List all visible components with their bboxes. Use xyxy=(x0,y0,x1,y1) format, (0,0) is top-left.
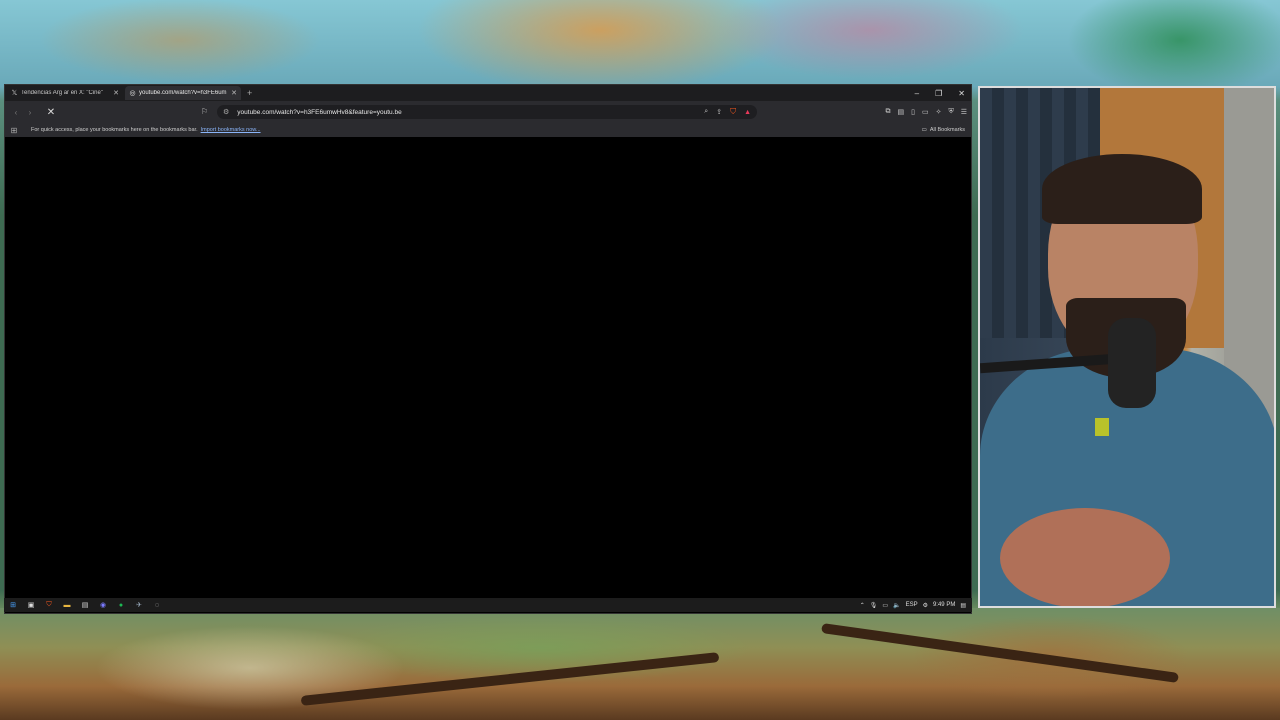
tab-x-trends[interactable]: 𝕏 Tendencias Arg ar en X: "Cine" ✕ xyxy=(7,86,123,100)
extensions-icon[interactable]: ⧉ xyxy=(885,108,890,116)
language-indicator[interactable]: ESP xyxy=(906,602,918,608)
zoom-icon[interactable]: ⌕ xyxy=(704,108,708,116)
brave-browser-icon[interactable]: ⛉ xyxy=(40,601,58,609)
tab-title: Tendencias Arg ar en X: "Cine" xyxy=(21,90,103,96)
new-tab-button[interactable]: + xyxy=(247,88,252,98)
notepad-icon[interactable]: ▤ xyxy=(76,601,94,609)
globe-icon: ◎ xyxy=(129,89,136,97)
menu-icon[interactable]: ☰ xyxy=(961,108,967,116)
tab-close-icon[interactable]: ✕ xyxy=(231,89,237,97)
all-bookmarks-label: All Bookmarks xyxy=(929,127,965,133)
stop-loading-icon[interactable]: ✕ xyxy=(43,107,59,118)
wallpaper-lower-art xyxy=(0,608,1280,720)
folder-icon: ▭ xyxy=(921,127,927,133)
apps-grid-icon[interactable]: ⊞ xyxy=(5,126,23,135)
import-bookmarks-link[interactable]: Import bookmarks now... xyxy=(201,127,261,133)
x-logo-icon: 𝕏 xyxy=(11,89,18,97)
person-hair xyxy=(1042,154,1202,224)
microphone-icon[interactable]: 🎙 xyxy=(870,602,878,609)
tab-strip: 𝕏 Tendencias Arg ar en X: "Cine" ✕ ◎ you… xyxy=(5,85,971,101)
spotify-icon[interactable]: ● xyxy=(112,602,130,609)
clock[interactable]: 9:49 PM xyxy=(933,602,955,608)
page-content-loading[interactable] xyxy=(5,137,971,599)
wallpaper-branch xyxy=(821,622,1179,684)
system-tray: ⌃ 🎙 ▭ 🔈 ESP ⚙ 9:49 PM ▤ xyxy=(860,602,966,609)
window-controls: – ❐ ✕ xyxy=(915,85,965,101)
site-info-icon[interactable]: ⚙ xyxy=(223,108,229,116)
microphone xyxy=(1108,318,1156,408)
settings-icon[interactable]: ⚙ xyxy=(923,602,928,609)
file-explorer-icon[interactable]: ▬ xyxy=(58,602,76,609)
task-view-icon[interactable]: ▣ xyxy=(22,601,40,609)
tab-close-icon[interactable]: ✕ xyxy=(113,89,119,97)
tab-title: youtube.com/watch?v=h3FE6um xyxy=(139,90,227,96)
minimize-button[interactable]: – xyxy=(915,89,919,98)
webcam-feed xyxy=(978,86,1276,608)
start-icon[interactable]: ⊞ xyxy=(4,601,22,609)
volume-icon[interactable]: 🔈 xyxy=(893,602,900,609)
sidebar-icon[interactable]: ▯ xyxy=(911,108,915,116)
all-bookmarks-button[interactable]: ▭ All Bookmarks xyxy=(922,127,965,133)
leo-icon[interactable]: ✧ xyxy=(936,108,942,116)
wallet-icon[interactable]: ▭ xyxy=(922,108,929,116)
toolbar-actions: ⧉ ▤ ▯ ▭ ✧ ⛨ ☰ xyxy=(885,105,967,119)
brave-shields-icon[interactable]: ⛉ xyxy=(730,107,736,117)
chevron-up-icon[interactable]: ⌃ xyxy=(860,602,865,609)
reading-list-icon[interactable]: ▤ xyxy=(897,108,904,116)
bookmarks-hint: For quick access, place your bookmarks h… xyxy=(31,127,198,133)
bookmarks-bar: ⊞ For quick access, place your bookmarks… xyxy=(5,123,971,137)
brave-rewards-icon[interactable]: ▲ xyxy=(744,109,751,116)
back-arrow-icon[interactable]: ‹ xyxy=(9,108,23,117)
person-hand xyxy=(1000,508,1170,606)
share-icon[interactable]: ⇪ xyxy=(716,108,722,116)
windows-taskbar: ⊞ ▣ ⛉ ▬ ▤ ◉ ● ✈ ◌ ⌃ 🎙 ▭ 🔈 ESP ⚙ 9:49 PM … xyxy=(4,598,972,612)
bookmark-icon[interactable]: ⚐ xyxy=(201,107,208,116)
wallpaper-branch xyxy=(300,652,720,706)
discord-icon[interactable]: ◉ xyxy=(94,601,112,609)
vpn-icon[interactable]: ⛨ xyxy=(948,108,953,116)
notifications-icon[interactable]: ▤ xyxy=(960,602,966,609)
url-text[interactable]: youtube.com/watch?v=h3FE6umwHv8&feature=… xyxy=(237,109,696,116)
steam-icon[interactable]: ✈ xyxy=(130,601,148,609)
close-window-button[interactable]: ✕ xyxy=(958,89,965,98)
restore-button[interactable]: ❐ xyxy=(935,89,942,98)
network-icon[interactable]: ▭ xyxy=(882,602,888,609)
mic-clip xyxy=(1095,418,1109,436)
obs-icon[interactable]: ◌ xyxy=(148,602,166,609)
tab-youtube[interactable]: ◎ youtube.com/watch?v=h3FE6um ✕ xyxy=(125,86,241,100)
address-bar[interactable]: ⚙ youtube.com/watch?v=h3FE6umwHv8&featur… xyxy=(217,105,757,119)
forward-arrow-icon[interactable]: › xyxy=(23,108,37,117)
browser-window: 𝕏 Tendencias Arg ar en X: "Cine" ✕ ◎ you… xyxy=(4,84,972,614)
browser-toolbar: ‹ › ✕ ⚐ ⚙ youtube.com/watch?v=h3FE6umwHv… xyxy=(5,101,971,123)
